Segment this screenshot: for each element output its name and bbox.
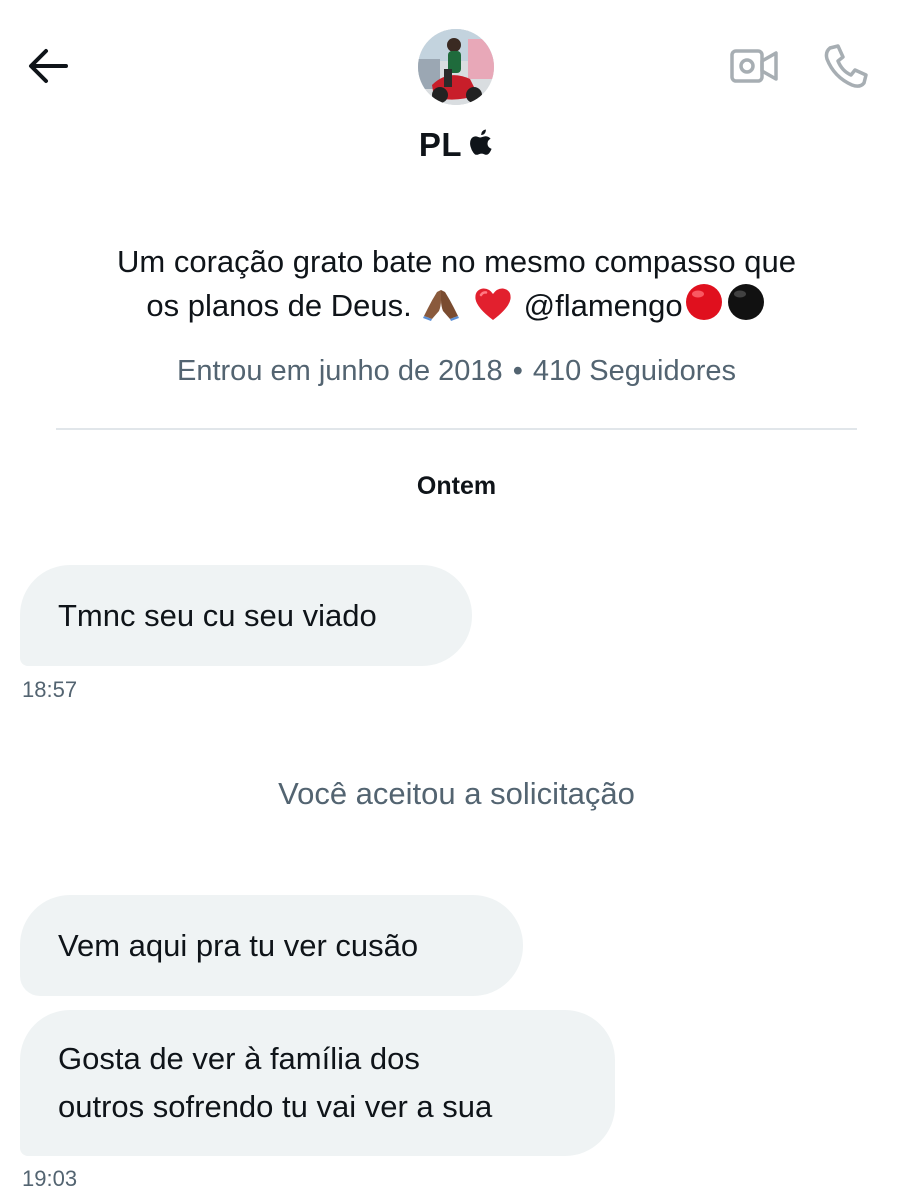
joined-date: Entrou em junho de 2018 (177, 354, 503, 387)
avatar[interactable] (418, 29, 494, 105)
message-text: Gosta de ver à família dos (58, 1041, 420, 1076)
bio-line-2: os planos de Deus. @flamengo (40, 282, 873, 332)
video-camera-icon (729, 46, 779, 91)
bio-mention-flamengo[interactable]: @flamengo (524, 288, 683, 323)
message-text: outros sofrendo tu vai ver a sua (58, 1089, 493, 1124)
followers-count[interactable]: 410 Seguidores (533, 355, 736, 388)
voice-call-button[interactable] (818, 40, 874, 96)
phone-icon (822, 42, 870, 95)
profile-name-row: PL (0, 122, 913, 168)
message-timestamp: 19:03 (22, 1166, 78, 1191)
message-bubble[interactable]: Tmnc seu cu seu viado (20, 565, 472, 666)
red-circle-emoji (684, 282, 724, 332)
divider (56, 428, 857, 430)
message-text: Tmnc seu cu seu viado (58, 597, 377, 633)
profile-meta: Entrou em junho de 2018 • 410 Seguidores (0, 349, 913, 393)
red-heart-emoji (473, 286, 513, 332)
profile-bio: Um coração grato bate no mesmo compasso … (40, 242, 873, 332)
day-separator: Ontem (416, 472, 497, 500)
apple-logo-icon (470, 129, 494, 162)
black-circle-emoji (726, 282, 766, 332)
message-timestamp: 18:57 (22, 677, 78, 702)
meta-separator: • (512, 354, 523, 387)
back-button[interactable] (22, 42, 74, 94)
video-call-button[interactable] (726, 40, 782, 96)
bio-line-1: Um coração grato bate no mesmo compasso … (117, 244, 796, 279)
system-message: Você aceitou a solicitação (278, 776, 635, 811)
message-bubble[interactable]: Gosta de ver à família dos outros sofren… (20, 1010, 615, 1156)
bio-text: os planos de Deus. (146, 288, 412, 323)
praying-hands-emoji (422, 286, 460, 332)
message-bubble[interactable]: Vem aqui pra tu ver cusão (20, 895, 523, 996)
profile-photo (418, 29, 494, 105)
arrow-left-icon (26, 44, 70, 93)
message-text: Vem aqui pra tu ver cusão (58, 927, 419, 963)
display-name: PL (418, 126, 463, 163)
